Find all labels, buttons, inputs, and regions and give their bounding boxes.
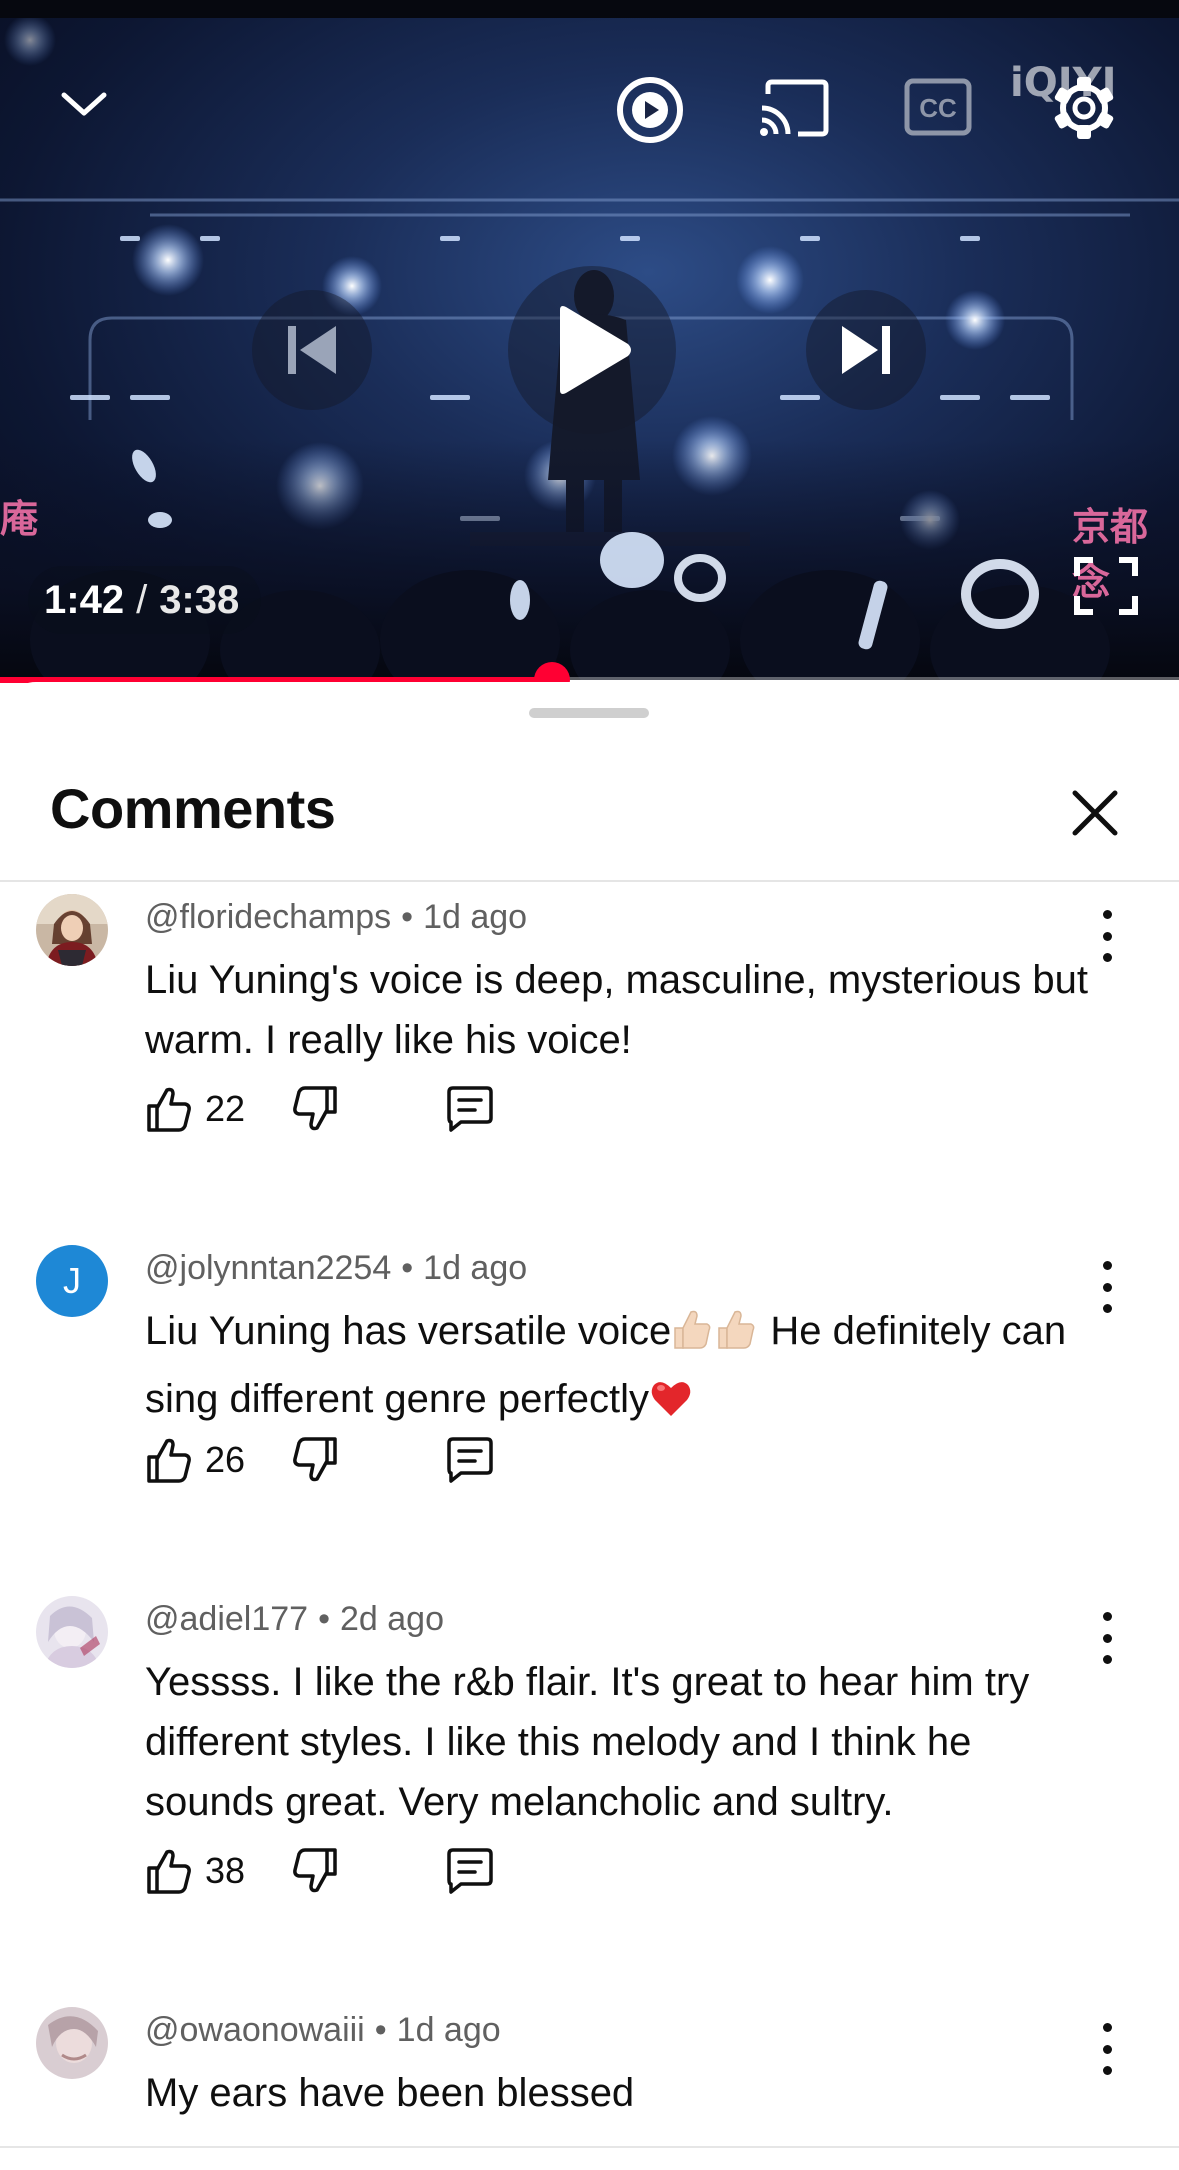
chevron-down-icon [61,92,107,116]
meta-dot: • [374,2011,387,2049]
like-count: 22 [205,1088,246,1129]
captions-button[interactable]: CC [902,74,974,140]
fullscreen-button[interactable] [1068,548,1144,624]
comment-more-button[interactable] [1090,904,1124,968]
comments-sheet: Comments @floridechamps • 1d ago Liu Yunin… [0,682,1179,2170]
comment-author[interactable]: @adiel177 [145,1600,308,1638]
reply-button[interactable] [443,1084,495,1134]
thumbs-up-icon [147,1849,191,1894]
comment-time: 1d ago [423,1249,528,1287]
side-caption-left: 庵 [0,496,39,541]
dislike-button[interactable] [291,1846,341,1896]
comment-actions: 38 [143,1846,495,1896]
comment-author[interactable]: @owaonowaiii [145,2011,365,2049]
like-button[interactable]: 38 [143,1846,245,1896]
thumbs-down-icon [293,1437,337,1482]
header-divider [0,880,1179,882]
reply-button[interactable] [443,1846,495,1896]
reply-button[interactable] [443,1435,495,1485]
comment-time: 1d ago [423,898,528,936]
fullscreen-icon [1074,557,1138,615]
autoplay-icon [617,77,683,143]
current-time: 1:42 [44,577,125,622]
thumbs-up-icon [147,1438,191,1483]
comment-author[interactable]: @floridechamps [145,898,391,936]
comment-text: Liu Yuning's voice is deep, masculine, m… [145,958,1088,1062]
minimize-button[interactable] [52,72,116,136]
next-button[interactable] [806,290,926,410]
red-heart-emoji-icon [649,1376,693,1437]
thumbs-up-icon [147,1087,191,1132]
meta-dot: • [318,1600,330,1638]
comment-text-part1: Liu Yuning has versatile voice [145,1309,672,1353]
avatar[interactable]: J [36,1245,108,1317]
play-button[interactable] [508,266,676,434]
meta-dot: • [401,1249,414,1287]
bottom-divider [0,2146,1179,2148]
like-button[interactable]: 26 [143,1435,245,1485]
previous-button[interactable] [252,290,372,410]
play-icon [560,306,631,394]
thumbs-down-icon [293,1848,337,1893]
dislike-button[interactable] [291,1084,341,1134]
avatar-photo [36,894,108,966]
autoplay-button[interactable] [614,74,686,146]
comment-actions: 26 [143,1435,495,1485]
sheet-title: Comments [50,777,336,840]
gear-icon [1054,77,1114,139]
skip-next-icon [842,326,890,374]
cast-icon [760,79,829,137]
comment-meta: @jolynntan2254 • 1d ago [145,1249,527,1288]
meta-dot: • [401,898,414,936]
avatar[interactable] [36,894,108,966]
time-display: 1:42 / 3:38 [28,566,262,634]
drag-handle[interactable] [529,708,649,718]
comment-author[interactable]: @jolynntan2254 [145,1249,391,1287]
comment-meta: @adiel177 • 2d ago [145,1600,444,1639]
comment-text: Liu Yuning has versatile voice He defini… [145,1301,1105,1437]
thumbs-up-emoji-icon [671,1304,759,1369]
comment-more-button[interactable] [1090,2017,1124,2081]
comment-more-button[interactable] [1090,1606,1124,1670]
reply-icon [447,1437,493,1483]
comment-text: My ears have been blessed [145,2071,635,2115]
like-button[interactable]: 22 [143,1084,245,1134]
status-bar-strip [0,0,1179,18]
like-count: 38 [205,1850,246,1891]
avatar[interactable] [36,2007,108,2079]
comment-actions: 22 [143,1084,495,1134]
comment-meta: @owaonowaiii • 1d ago [145,2011,501,2050]
close-icon [1072,790,1118,836]
reply-icon [447,1848,493,1894]
time-separator: / [136,577,148,622]
comment-meta: @floridechamps • 1d ago [145,898,527,937]
comment-time: 2d ago [339,1600,444,1638]
cast-button[interactable] [756,74,832,142]
cc-icon: CC [904,78,972,136]
settings-button[interactable] [1048,72,1120,144]
comment-text: Yessss. I like the r&b flair. It's great… [145,1660,1030,1824]
comment-more-button[interactable] [1090,1255,1124,1319]
svg-text:CC: CC [919,93,957,123]
thumbs-down-icon [293,1086,337,1131]
avatar[interactable] [36,1596,108,1668]
duration: 3:38 [159,577,240,622]
video-player[interactable]: iQIYI 庵 京都念 CC 1:42 / 3:38 [0,0,1179,680]
skip-previous-icon [288,326,336,374]
dislike-button[interactable] [291,1435,341,1485]
avatar-letter: J [63,1260,81,1301]
like-count: 26 [205,1439,246,1480]
reply-icon [447,1086,493,1132]
avatar-photo [36,1596,108,1668]
avatar-photo [36,2007,108,2079]
comment-time: 1d ago [396,2011,501,2049]
close-button[interactable] [1060,778,1130,848]
